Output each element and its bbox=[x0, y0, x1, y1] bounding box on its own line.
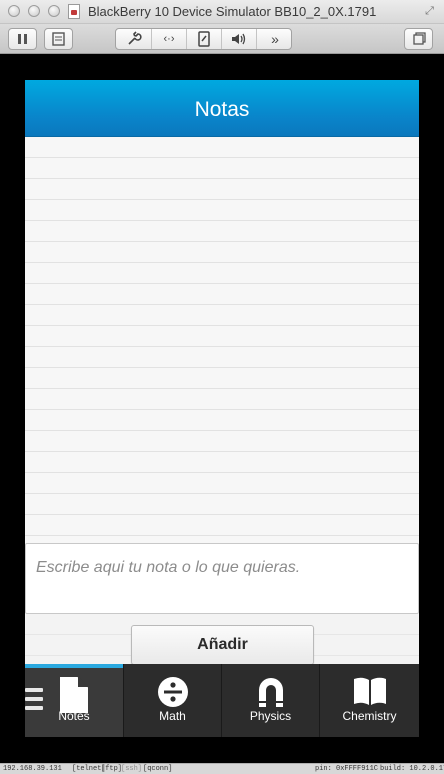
note-input[interactable] bbox=[25, 543, 419, 614]
swap-icon: ‹·› bbox=[163, 33, 175, 45]
device-screen: Notas Añadir Notes Math bbox=[25, 80, 419, 737]
ssh-link[interactable]: [ssh] bbox=[121, 764, 142, 774]
pin-value: pin: 0xFFFF911C bbox=[315, 765, 379, 773]
window-titlebar: BlackBerry 10 Device Simulator BB10_2_0X… bbox=[0, 0, 444, 24]
tab-notes[interactable]: Notes bbox=[25, 664, 123, 737]
tab-label: Notes bbox=[58, 709, 90, 723]
settings-button[interactable] bbox=[116, 29, 151, 49]
duplicate-button[interactable] bbox=[404, 28, 433, 50]
tab-label: Physics bbox=[249, 709, 292, 723]
close-window-button[interactable] bbox=[8, 5, 20, 17]
tab-bar: Notes Math Physics Chemistry bbox=[25, 664, 419, 737]
qconn-link[interactable]: [qconn] bbox=[143, 764, 172, 774]
tab-physics[interactable]: Physics bbox=[221, 664, 319, 737]
minimize-window-button[interactable] bbox=[28, 5, 40, 17]
fullscreen-icon[interactable]: ⤢ bbox=[423, 5, 436, 18]
swap-button[interactable]: ‹·› bbox=[151, 29, 186, 49]
simulator-toolbar: ‹·› » bbox=[0, 24, 444, 54]
log-icon bbox=[52, 32, 65, 46]
volume-icon bbox=[232, 33, 246, 45]
add-note-button[interactable]: Añadir bbox=[131, 625, 314, 665]
tab-label: Math bbox=[159, 709, 186, 723]
fast-forward-icon: » bbox=[271, 31, 279, 47]
app-header: Notas bbox=[25, 80, 419, 137]
forward-button[interactable]: » bbox=[256, 29, 291, 49]
pause-icon bbox=[18, 34, 27, 44]
screen-icon bbox=[198, 31, 210, 47]
build-value: build: 10.2.0.1791 bbox=[380, 765, 444, 773]
pause-button[interactable] bbox=[8, 28, 37, 50]
duplicate-icon bbox=[413, 32, 426, 45]
volume-button[interactable] bbox=[221, 29, 256, 49]
screenshot-button[interactable] bbox=[186, 29, 221, 49]
simulator-statusbar: 192.168.39.131 [telnet] [ftp] [ssh] [qco… bbox=[0, 763, 444, 774]
tab-chemistry[interactable]: Chemistry bbox=[319, 664, 419, 737]
divide-icon bbox=[157, 677, 188, 707]
page-title: Notas bbox=[194, 98, 250, 121]
device-controls-group: ‹·› » bbox=[115, 28, 292, 50]
book-icon bbox=[353, 677, 386, 705]
ftp-link[interactable]: [ftp] bbox=[101, 764, 122, 774]
magnet-icon bbox=[258, 678, 283, 707]
zoom-window-button[interactable] bbox=[48, 5, 60, 17]
tab-math[interactable]: Math bbox=[123, 664, 221, 737]
ip-address: 192.168.39.131 bbox=[3, 765, 62, 773]
wrench-icon bbox=[127, 31, 142, 45]
document-proxy-icon bbox=[68, 4, 80, 19]
tab-label: Chemistry bbox=[342, 709, 397, 723]
log-button[interactable] bbox=[44, 28, 73, 50]
window-title: BlackBerry 10 Device Simulator BB10_2_0X… bbox=[88, 4, 377, 19]
notes-list[interactable] bbox=[25, 137, 419, 543]
